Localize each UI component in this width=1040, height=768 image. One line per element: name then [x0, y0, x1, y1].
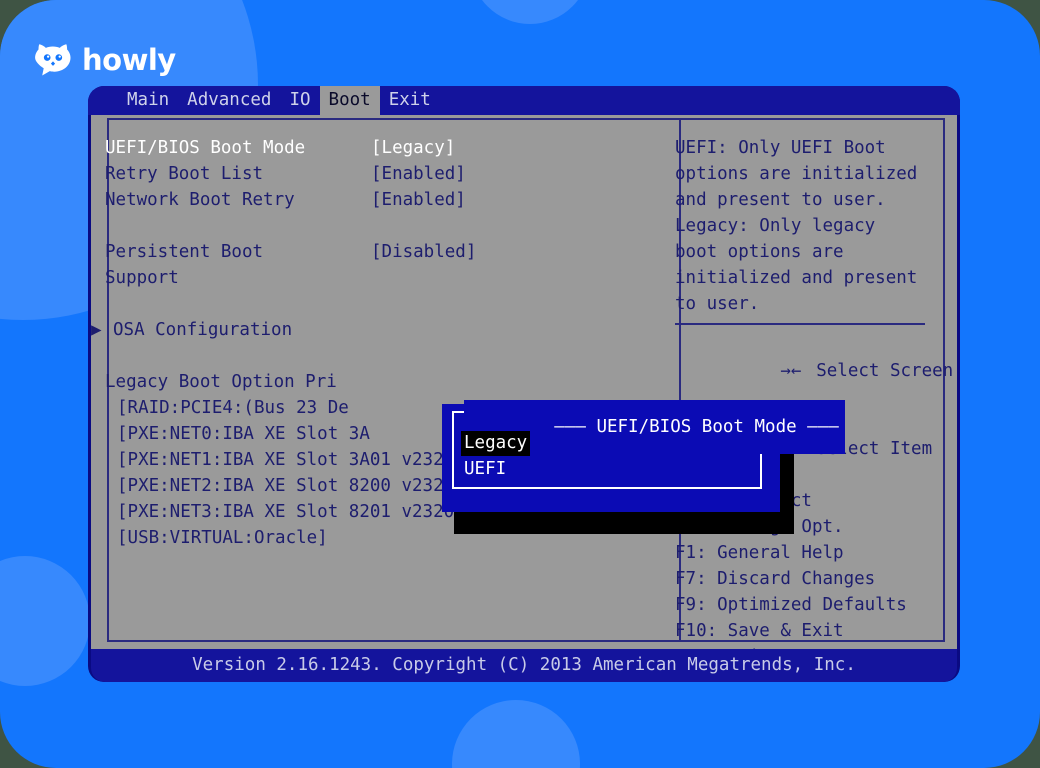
bios-menu-tabbar: Main Advanced IO Boot Exit — [88, 86, 960, 115]
boot-priority-heading: Legacy Boot Option Pri — [105, 372, 337, 392]
help-line: initialized and present — [675, 268, 918, 288]
key-hint-label: Select Screen — [816, 361, 954, 381]
key-hint-select-screen: →← Select Screen — [675, 332, 953, 410]
dialog-option-list: Legacy UEFI — [461, 430, 531, 482]
boot-mode-dialog: ——— UEFI/BIOS Boot Mode ——— Legacy UEFI — [442, 400, 845, 512]
help-line: Legacy: Only legacy — [675, 216, 876, 236]
help-line: options are initialized — [675, 164, 918, 184]
dialog-option-uefi[interactable]: UEFI — [461, 457, 509, 482]
decorative-circle — [452, 700, 580, 768]
brand-name: howly — [82, 42, 176, 77]
dialog-option-legacy-wrap[interactable]: Legacy — [461, 430, 531, 456]
tab-exit[interactable]: Exit — [380, 86, 440, 115]
bios-window: Main Advanced IO Boot Exit UEFI/BIOS Boo… — [88, 86, 960, 682]
tab-io[interactable]: IO — [280, 86, 319, 115]
setting-row-persistent-boot-support[interactable]: Persistent Boot [Disabled] — [105, 239, 653, 265]
row-spacer — [105, 291, 653, 317]
row-spacer — [105, 343, 653, 369]
setting-label: UEFI/BIOS Boot Mode — [105, 138, 306, 158]
setting-value: [Disabled] — [371, 242, 477, 262]
row-spacer — [105, 213, 653, 239]
key-hint-save-exit: F10: Save & Exit — [675, 621, 844, 641]
setting-label: Retry Boot List — [105, 164, 264, 184]
submenu-osa-configuration[interactable]: ▶ OSA Configuration — [91, 317, 653, 343]
setting-value: [Enabled] — [371, 164, 466, 184]
decorative-circle — [0, 556, 90, 686]
chevron-right-icon: ▶ — [91, 320, 102, 340]
help-line: to user. — [675, 294, 760, 314]
setting-row-network-boot-retry[interactable]: Network Boot Retry [Enabled] — [105, 187, 653, 213]
setting-value: [Enabled] — [371, 190, 466, 210]
key-hint-optimized-defaults: F9: Optimized Defaults — [675, 595, 907, 615]
key-hint-general-help: F1: General Help — [675, 543, 844, 563]
setting-row-boot-mode[interactable]: UEFI/BIOS Boot Mode [Legacy] — [105, 135, 653, 161]
setting-label: Network Boot Retry — [105, 190, 295, 210]
setting-label: Persistent Boot — [105, 242, 264, 262]
arrow-left-right-icon: →← — [780, 361, 802, 381]
setting-label-wrap: Support — [105, 265, 653, 291]
setting-value: [Legacy] — [371, 138, 456, 158]
tab-advanced[interactable]: Advanced — [178, 86, 280, 115]
tab-main[interactable]: Main — [118, 86, 178, 115]
tab-boot[interactable]: Boot — [319, 86, 380, 115]
help-divider — [675, 323, 925, 325]
dialog-title-text: UEFI/BIOS Boot Mode — [596, 417, 797, 437]
help-line: and present to user. — [675, 190, 886, 210]
help-line: UEFI: Only UEFI Boot — [675, 138, 886, 158]
submenu-label: OSA Configuration — [113, 320, 293, 340]
bios-version-footer: Version 2.16.1243. Copyright (C) 2013 Am… — [91, 649, 957, 682]
setting-row-retry-boot-list[interactable]: Retry Boot List [Enabled] — [105, 161, 653, 187]
key-hint-discard-changes: F7: Discard Changes — [675, 569, 876, 589]
setting-label-continued: Support — [105, 268, 179, 288]
brand-logo: howly — [33, 40, 176, 80]
decorative-circle — [470, 0, 590, 24]
screenshot-root: howly Main Advanced IO Boot Exit UEFI/BI… — [0, 0, 1040, 768]
help-line: boot options are — [675, 242, 844, 262]
owl-face-icon — [33, 40, 73, 80]
bios-screen: UEFI/BIOS Boot Mode [Legacy] Retry Boot … — [91, 115, 957, 667]
dialog-title-dash-left: ——— — [554, 417, 597, 437]
dialog-option-legacy[interactable]: Legacy — [461, 431, 531, 456]
dialog-option-uefi-wrap[interactable]: UEFI — [461, 456, 530, 482]
dialog-title-dash-right: ——— — [796, 417, 839, 437]
